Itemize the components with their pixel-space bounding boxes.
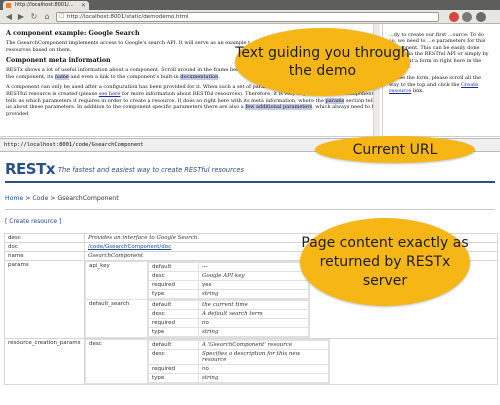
close-tab-icon[interactable]: ✕ <box>81 1 86 10</box>
reload-icon[interactable]: ↻ <box>29 12 39 22</box>
highlight-name[interactable]: name <box>54 73 69 80</box>
restx-tagline: The fastest and easiest way to create RE… <box>58 166 244 174</box>
highlight-documentation[interactable]: documentation <box>180 73 219 80</box>
doc-link[interactable]: /code/GsearchComponent/doc <box>88 244 171 250</box>
address-bar-text: http://localhost:8001/static/demodemo.ht… <box>67 14 189 20</box>
wrench-menu-icon[interactable] <box>476 12 486 22</box>
callout-current-url: Current URL <box>315 136 475 163</box>
breadcrumb: Home > Code > GsearchComponent <box>5 195 119 202</box>
restx-logo: RESTx <box>5 160 56 178</box>
forward-icon[interactable]: ▶ <box>16 12 26 22</box>
guide-aside: ...dy to create our first ...ource. To d… <box>382 24 496 136</box>
callout-page-content: Page content exactly as returned by REST… <box>300 218 470 306</box>
resource-creation-params-table: desc default A 'GsearchComponent' resourc… <box>85 339 330 384</box>
address-bar[interactable]: ☐ http://localhost:8001/static/demodemo.… <box>56 12 439 22</box>
browser-tab-bar: http://localhost:8001/... ✕ <box>0 0 500 10</box>
extension-icon[interactable] <box>449 12 459 22</box>
callout-guide-text: Text guiding you through the demo <box>235 28 410 96</box>
tab-title: http://localhost:8001/... <box>15 2 74 8</box>
params-table: api_key default --- desc Google API key re… <box>85 261 310 338</box>
browser-toolbar: ◀ ▶ ↻ ⌂ ☐ http://localhost:8001/static/d… <box>0 10 500 24</box>
page-menu-icon[interactable] <box>462 12 472 22</box>
header-divider <box>5 181 495 183</box>
favicon-icon <box>6 3 11 8</box>
create-resource-link[interactable]: [ Create resource ] <box>5 218 61 225</box>
page-icon: ☐ <box>59 13 65 20</box>
breadcrumb-divider <box>5 209 495 210</box>
highlight-params[interactable]: params <box>325 97 345 104</box>
back-icon[interactable]: ◀ <box>4 12 14 22</box>
breadcrumb-code[interactable]: Code <box>32 195 48 202</box>
highlight-additional-params[interactable]: few additional parameters <box>245 104 313 111</box>
table-row: resource_creation_params desc default A '… <box>4 338 498 385</box>
screenshot-root: http://localhost:8001/... ✕ ◀ ▶ ↻ ⌂ ☐ ht… <box>0 0 500 405</box>
breadcrumb-current: GsearchComponent <box>57 195 119 202</box>
breadcrumb-home[interactable]: Home <box>5 195 23 202</box>
browser-tab[interactable]: http://localhost:8001/... ✕ <box>3 1 89 10</box>
see-here-link[interactable]: see here <box>99 91 121 97</box>
home-icon[interactable]: ⌂ <box>42 12 52 22</box>
